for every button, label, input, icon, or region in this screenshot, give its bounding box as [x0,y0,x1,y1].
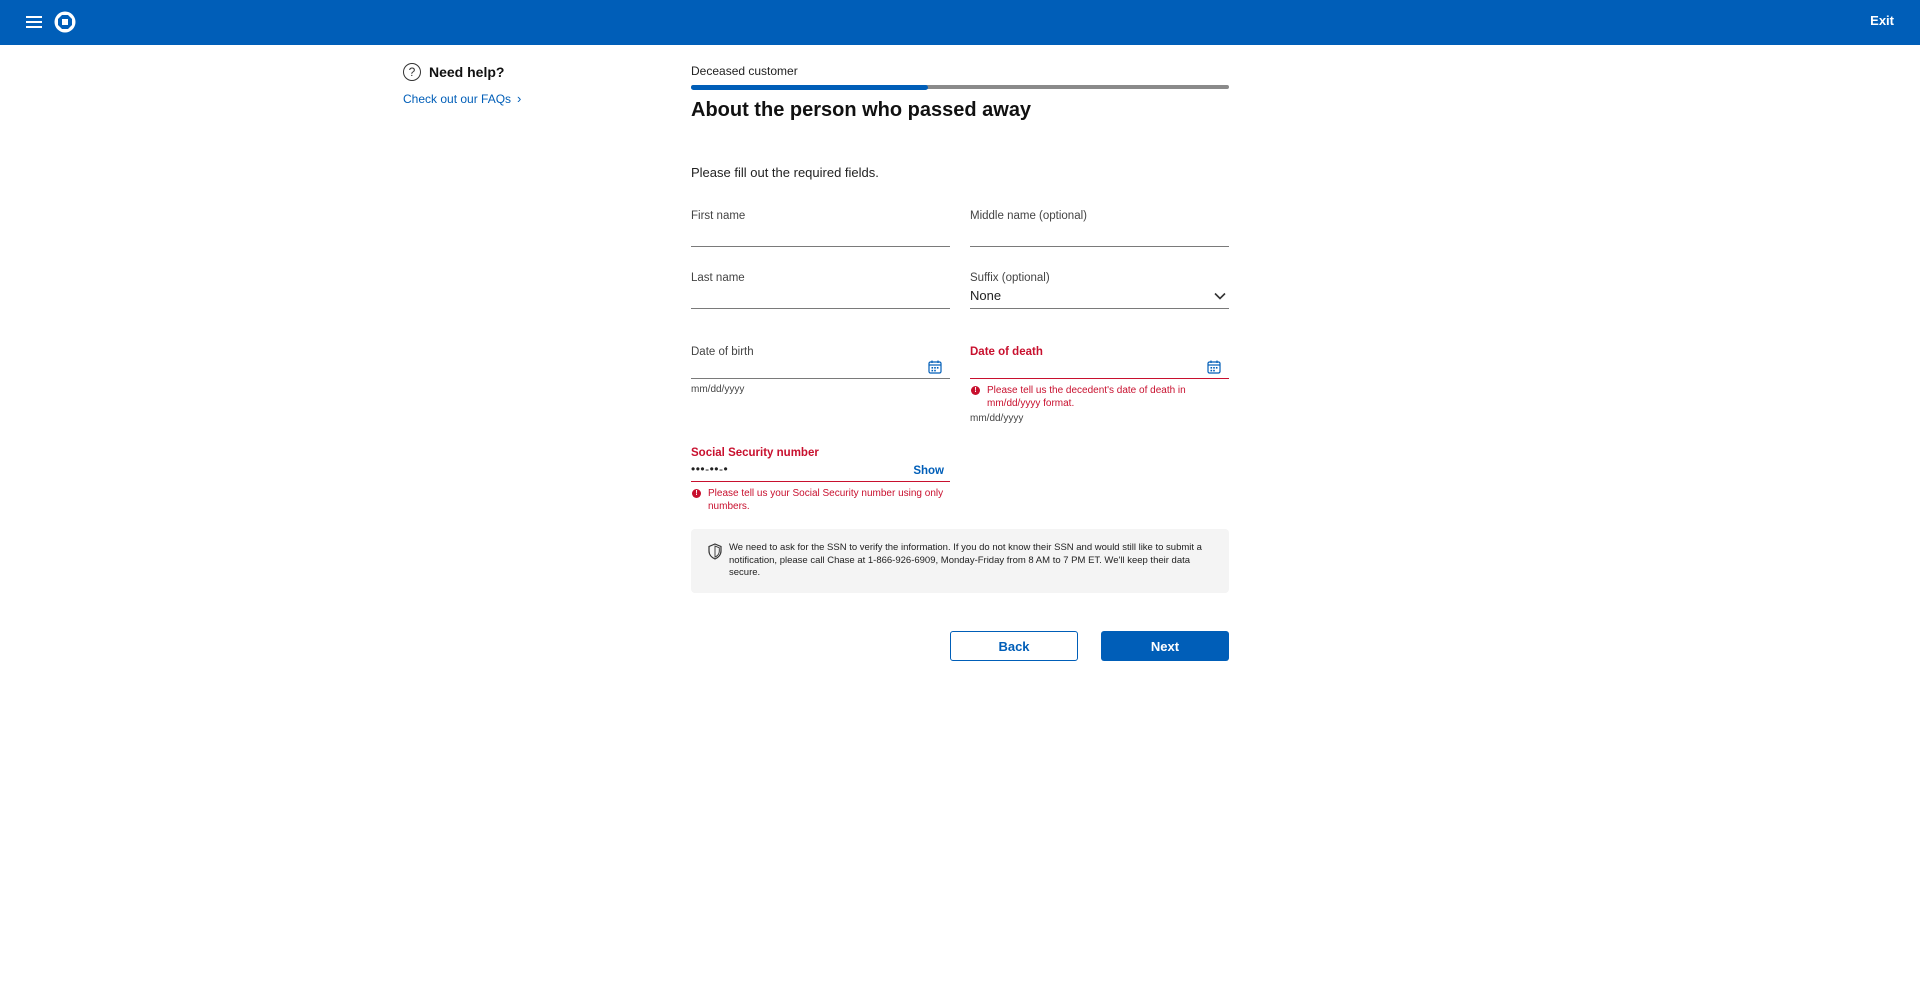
suffix-value[interactable]: None [970,288,1001,303]
ssn-info-text: We need to ask for the SSN to verify the… [729,542,1202,578]
ssn-error-text: Please tell us your Social Security numb… [708,488,944,512]
main-form-area: Deceased customer About the person who p… [691,64,1229,661]
help-title: Need help? [429,64,505,80]
show-ssn-button[interactable]: Show [913,465,944,477]
ssn-info-notice: We need to ask for the SSN to verify the… [691,529,1229,593]
faq-link[interactable]: Check out our FAQs › [403,91,521,106]
progress-bar [691,84,1229,90]
date-of-death-error-text: Please tell us the decedent's date of de… [987,385,1186,409]
first-name-field[interactable]: First name [691,210,950,252]
date-of-death-field[interactable]: Date of death ! Please tell us the deced… [970,346,1229,426]
last-name-label: Last name [691,272,745,284]
help-panel: ? Need help? Check out our FAQs › [403,63,521,106]
ssn-value[interactable]: •••-••-• [691,462,728,476]
last-name-underline [691,308,950,309]
date-of-death-error: ! Please tell us the decedent's date of … [970,384,1200,410]
shield-icon [708,543,722,560]
progress-bar-fill [691,84,928,90]
suffix-underline [970,308,1229,309]
top-navigation-bar: Exit [0,0,1920,45]
chase-logo[interactable] [54,11,76,33]
back-button[interactable]: Back [950,631,1078,661]
hamburger-menu-icon[interactable] [24,13,44,31]
error-icon: ! [692,489,701,498]
suffix-label: Suffix (optional) [970,272,1050,284]
middle-name-field[interactable]: Middle name (optional) [970,210,1229,252]
date-of-birth-field[interactable]: Date of birth mm/dd/yyyy [691,346,950,406]
calendar-icon[interactable] [928,360,942,374]
step-eyebrow: Deceased customer [691,64,798,78]
calendar-icon[interactable] [1207,360,1221,374]
faq-link-label: Check out our FAQs [403,91,512,106]
date-of-death-underline [970,378,1229,380]
ssn-underline [691,481,950,483]
first-name-label: First name [691,210,746,222]
first-name-underline [691,246,950,247]
chevron-down-icon[interactable] [1213,289,1227,303]
ssn-error: ! Please tell us your Social Security nu… [691,487,950,513]
question-circle-icon: ? [403,63,421,81]
middle-name-underline [970,246,1229,247]
last-name-field[interactable]: Last name [691,272,950,314]
ssn-field[interactable]: Social Security number •••-••-• Show ! P… [691,447,950,517]
date-of-birth-underline [691,378,950,379]
date-of-birth-helper: mm/dd/yyyy [691,384,745,395]
date-of-death-helper: mm/dd/yyyy [970,413,1024,424]
suffix-select[interactable]: Suffix (optional) None [970,272,1229,314]
next-button[interactable]: Next [1101,631,1229,661]
instruction-text: Please fill out the required fields. [691,165,879,180]
error-icon: ! [971,386,980,395]
date-of-death-label: Date of death [970,346,1043,358]
exit-button[interactable]: Exit [1870,13,1894,28]
ssn-label: Social Security number [691,447,819,459]
middle-name-label: Middle name (optional) [970,210,1087,222]
chevron-right-icon: › [517,91,522,106]
date-of-birth-label: Date of birth [691,346,754,358]
page-title: About the person who passed away [691,99,1032,121]
